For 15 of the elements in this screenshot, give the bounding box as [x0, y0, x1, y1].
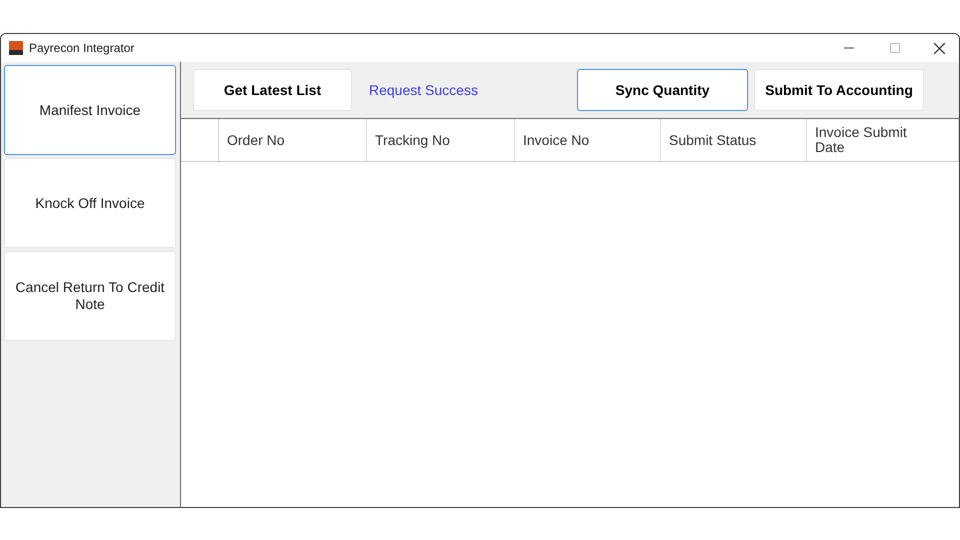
sidebar-item[interactable]: Manifest Invoice: [4, 65, 176, 155]
column-header[interactable]: Submit Status: [661, 119, 807, 161]
column-header[interactable]: Invoice Submit Date: [807, 119, 959, 161]
window-title: Payrecon Integrator: [29, 40, 134, 57]
toolbar-button[interactable]: Submit To Accounting: [754, 69, 924, 111]
column-header[interactable]: Order No: [219, 119, 367, 161]
app-logo-icon: [9, 41, 23, 55]
column-header[interactable]: Invoice No: [515, 119, 661, 161]
close-icon[interactable]: [934, 42, 945, 54]
toolbar-button[interactable]: Get Latest List: [193, 69, 352, 111]
column-header[interactable]: Tracking No: [367, 119, 515, 161]
toolbar-button[interactable]: Sync Quantity: [577, 69, 748, 111]
sidebar-item[interactable]: Knock Off Invoice: [4, 158, 176, 248]
sidebar-item[interactable]: Cancel Return To Credit Note: [4, 251, 176, 341]
status-message: Request Success: [369, 80, 479, 100]
